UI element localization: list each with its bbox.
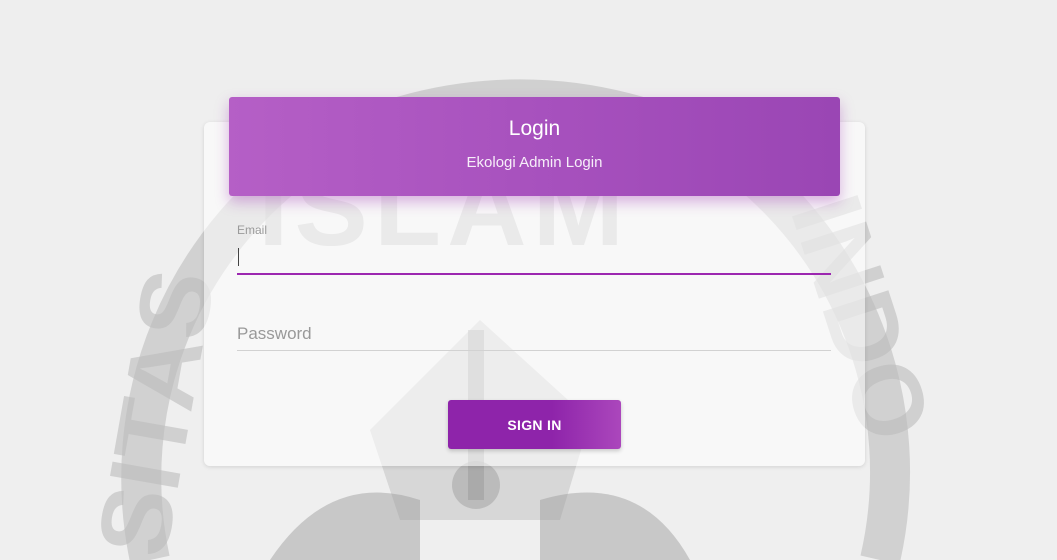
email-field[interactable] — [237, 243, 831, 275]
top-band — [0, 0, 1057, 100]
sign-in-button[interactable]: SIGN IN — [448, 400, 621, 449]
login-card-header: Login Ekologi Admin Login — [229, 97, 840, 196]
login-title: Login — [508, 117, 561, 140]
login-page: ISLAM SITAS INDO Login Ekologi Admin Log… — [0, 0, 1057, 560]
password-field[interactable] — [237, 318, 831, 351]
email-label: Email — [237, 223, 268, 237]
login-subtitle: Ekologi Admin Login — [466, 154, 603, 171]
text-caret — [238, 248, 239, 266]
